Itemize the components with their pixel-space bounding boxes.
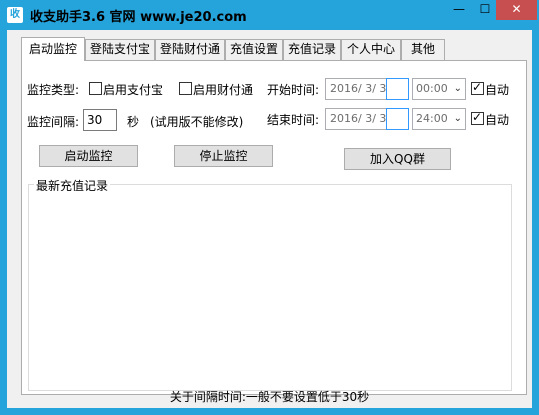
tab-recharge-settings[interactable]: 充值设置 bbox=[225, 39, 283, 60]
tab-recharge-records[interactable]: 充值记录 bbox=[283, 39, 341, 60]
end-time-label: 结束时间: bbox=[267, 113, 320, 127]
tab-panel: 监控类型: 启用支付宝 启用财付通 开始时间: 2016/ 3/ 3 00:00… bbox=[21, 60, 527, 395]
monitor-type-label: 监控类型: bbox=[27, 83, 80, 97]
tenpay-checkbox[interactable] bbox=[179, 82, 192, 95]
end-time-select[interactable]: 24:00 ⌄ bbox=[412, 108, 466, 130]
tab-start-monitor[interactable]: 启动监控 bbox=[21, 37, 85, 61]
stop-monitor-button[interactable]: 停止监控 bbox=[174, 145, 273, 167]
alipay-label[interactable]: 启用支付宝 bbox=[103, 81, 163, 98]
tab-login-tenpay[interactable]: 登陆财付通 bbox=[155, 39, 225, 60]
interval-input[interactable]: 30 bbox=[83, 109, 117, 131]
tab-personal-center[interactable]: 个人中心 bbox=[341, 39, 401, 60]
close-button[interactable]: ✕ bbox=[496, 0, 537, 20]
maximize-button[interactable]: ☐ bbox=[472, 0, 498, 20]
start-time-value: 00:00 bbox=[416, 82, 448, 95]
end-date-focus[interactable] bbox=[386, 108, 409, 130]
start-date-focus[interactable] bbox=[386, 78, 409, 100]
alipay-checkbox[interactable] bbox=[89, 82, 102, 95]
status-hint: 关于间隔时间:一般不要设置低于30秒 bbox=[169, 390, 370, 404]
tab-other[interactable]: 其他 bbox=[401, 39, 445, 60]
end-auto-label[interactable]: 自动 bbox=[485, 111, 509, 128]
client-area: 启动监控 登陆支付宝 登陆财付通 充值设置 充值记录 个人中心 其他 监控类型:… bbox=[7, 30, 532, 408]
trial-note: (试用版不能修改) bbox=[150, 115, 244, 129]
start-auto-label[interactable]: 自动 bbox=[485, 81, 509, 98]
seconds-label: 秒 bbox=[127, 115, 140, 129]
tenpay-label[interactable]: 启用财付通 bbox=[193, 81, 253, 98]
window-title: 收支助手3.6 官网 www.je20.com bbox=[30, 10, 247, 25]
minimize-button[interactable]: — bbox=[446, 0, 472, 20]
title-bar[interactable]: 收 收支助手3.6 官网 www.je20.com — ☐ ✕ bbox=[0, 0, 539, 30]
recent-records-list[interactable] bbox=[30, 191, 510, 389]
chevron-down-icon: ⌄ bbox=[453, 83, 462, 94]
interval-label: 监控间隔: bbox=[27, 115, 80, 129]
app-window: 收 收支助手3.6 官网 www.je20.com — ☐ ✕ 启动监控 登陆支… bbox=[0, 0, 539, 415]
start-time-label: 开始时间: bbox=[267, 83, 320, 97]
join-qq-group-button[interactable]: 加入QQ群 bbox=[344, 148, 451, 170]
app-icon: 收 bbox=[7, 7, 23, 23]
chevron-down-icon: ⌄ bbox=[453, 113, 462, 124]
end-auto-checkbox[interactable] bbox=[471, 110, 484, 125]
start-auto-checkbox[interactable] bbox=[471, 80, 484, 95]
start-time-select[interactable]: 00:00 ⌄ bbox=[412, 78, 466, 100]
tab-login-alipay[interactable]: 登陆支付宝 bbox=[85, 39, 155, 60]
start-monitor-button[interactable]: 启动监控 bbox=[39, 145, 138, 167]
end-time-value: 24:00 bbox=[416, 112, 448, 125]
